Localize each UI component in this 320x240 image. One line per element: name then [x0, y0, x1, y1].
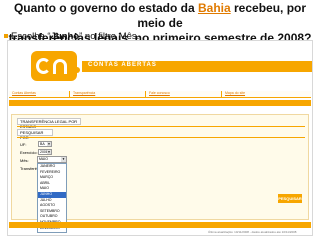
- filter-title: PESQUISAR POR: [17, 129, 53, 140]
- year-label: Exercício:: [20, 150, 38, 155]
- brand-name: CONTAS ABERTAS: [88, 62, 157, 68]
- month-label: Mês:: [20, 158, 29, 163]
- uf-label: UF:: [20, 142, 27, 147]
- month-value: MAIO: [39, 157, 48, 161]
- divider: [17, 137, 305, 138]
- footer-update-text: Última atualização: 10/11/2008 - dados a…: [208, 230, 297, 234]
- bullet-icon: [4, 34, 8, 39]
- chevron-down-icon: ▼: [61, 157, 66, 162]
- nav-link-mapa-do-site[interactable]: Mapa do site: [225, 91, 245, 95]
- state-highlight: Bahia: [197, 1, 231, 15]
- nav-separator: [69, 91, 70, 97]
- question-text-start: Quanto o governo do estado da: [13, 1, 198, 15]
- logo-dot-icon: [74, 67, 80, 73]
- brand-bar: CONTAS ABERTAS: [82, 61, 312, 72]
- uf-select[interactable]: BA ▼: [38, 141, 52, 147]
- nav-link-transparencia[interactable]: Transparência: [73, 91, 95, 95]
- website-screenshot: CONTAS ABERTAS Contas Abertas Transparên…: [7, 40, 313, 236]
- chevron-down-icon: ▼: [47, 150, 51, 154]
- year-select[interactable]: 2008 ▼: [38, 149, 52, 155]
- logo-c-shape: [36, 58, 51, 74]
- question-line-1: Quanto o governo do estado da Bahia rece…: [0, 1, 320, 31]
- nav-separator: [221, 91, 222, 97]
- section-title: TRANSFERÊNCIA LEGAL POR ESTADO: [17, 118, 81, 129]
- month-select[interactable]: MAIO ▼: [37, 156, 67, 163]
- logo-n-shape: [53, 59, 67, 74]
- nav-link-contas-abertas[interactable]: Contas Abertas: [12, 91, 36, 95]
- question-heading: Quanto o governo do estado da Bahia rece…: [0, 0, 320, 45]
- nav-link-fale-conosco[interactable]: Fale conosco: [149, 91, 170, 95]
- divider: [17, 126, 305, 127]
- uf-value: BA: [40, 142, 45, 146]
- chevron-down-icon: ▼: [47, 142, 51, 146]
- orange-sub-bar: [9, 100, 311, 106]
- top-nav: Contas Abertas Transparência Fale conosc…: [9, 91, 311, 98]
- search-button[interactable]: PESQUISAR: [278, 194, 302, 203]
- contas-abertas-logo: [31, 51, 77, 81]
- footer-bar: [9, 222, 311, 228]
- nav-separator: [145, 91, 146, 97]
